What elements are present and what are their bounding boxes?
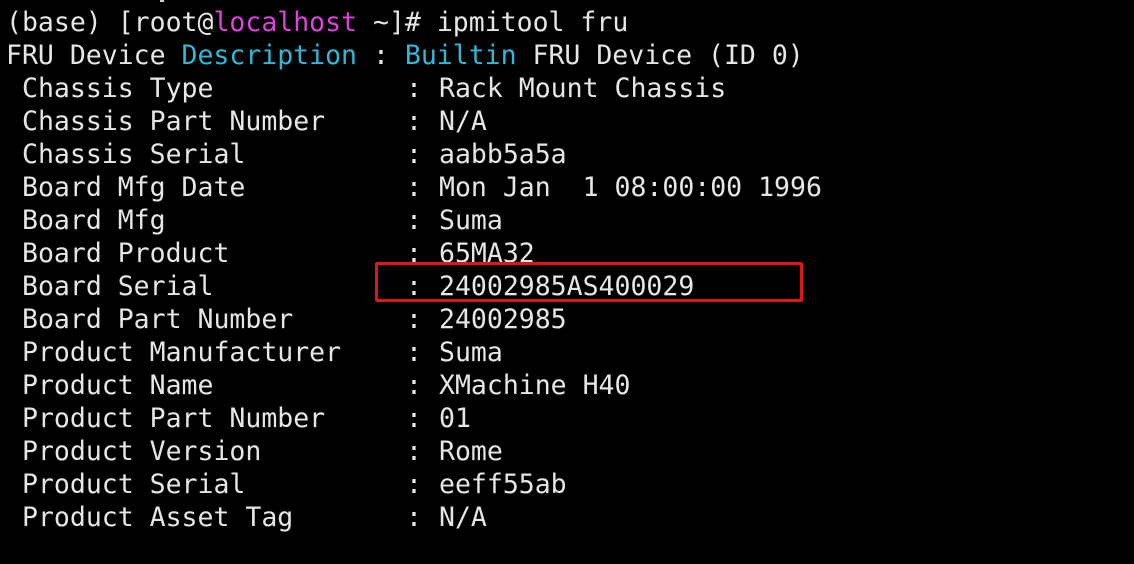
field-value: N/A bbox=[439, 106, 487, 137]
fru-field-row: Product Asset Tag : N/A bbox=[0, 501, 1134, 534]
previous-output-fragment bbox=[160, 0, 164, 2]
field-label: Product Name bbox=[22, 370, 214, 401]
prompt-host: localhost bbox=[213, 7, 358, 38]
command-prompt-line: (base) [root@localhost ~]# ipmitool fru bbox=[6, 6, 628, 39]
field-value: Mon Jan 1 08:00:00 1996 bbox=[439, 172, 822, 203]
field-separator: : bbox=[406, 139, 422, 170]
fru-field-row: Product Name : XMachine H40 bbox=[0, 369, 1134, 402]
fru-field-row: Product Version : Rome bbox=[0, 435, 1134, 468]
terminal-window[interactable]: (base) [root@localhost ~]# ipmitool fru … bbox=[0, 0, 1134, 564]
field-label: Board Part Number bbox=[22, 304, 294, 335]
fru-field-row: Chassis Serial : aabb5a5a bbox=[0, 138, 1134, 171]
field-value: 24002985 bbox=[439, 304, 567, 335]
prompt-command: ipmitool fru bbox=[436, 7, 629, 38]
field-separator: : bbox=[406, 106, 422, 137]
field-label: Board Serial bbox=[22, 271, 214, 302]
field-label: Chassis Serial bbox=[22, 139, 246, 170]
field-value: Suma bbox=[439, 205, 503, 236]
field-value: 01 bbox=[439, 403, 471, 434]
field-label: Product Version bbox=[22, 436, 262, 467]
fru-field-row: Chassis Part Number : N/A bbox=[0, 105, 1134, 138]
field-label: Board Mfg Date bbox=[22, 172, 246, 203]
field-separator: : bbox=[406, 205, 422, 236]
field-label: Product Part Number bbox=[22, 403, 326, 434]
fru-field-row: Product Part Number : 01 bbox=[0, 402, 1134, 435]
field-value: eeff55ab bbox=[439, 469, 567, 500]
field-label: Chassis Part Number bbox=[22, 106, 326, 137]
field-value: Rome bbox=[439, 436, 503, 467]
field-separator: : bbox=[406, 337, 422, 368]
field-label: Product Serial bbox=[22, 469, 246, 500]
field-separator: : bbox=[406, 436, 422, 467]
fru-field-row: Board Mfg Date : Mon Jan 1 08:00:00 1996 bbox=[0, 171, 1134, 204]
board-serial-highlight-box bbox=[375, 262, 803, 302]
field-value: XMachine H40 bbox=[439, 370, 631, 401]
prompt-env: (base) bbox=[6, 7, 118, 38]
prompt-at: @ bbox=[197, 7, 214, 38]
prompt-open-bracket: [ bbox=[117, 7, 134, 38]
field-separator: : bbox=[406, 403, 422, 434]
header-builtin-keyword: Builtin bbox=[404, 40, 517, 71]
field-label: Chassis Type bbox=[22, 73, 214, 104]
fru-field-row: Product Serial : eeff55ab bbox=[0, 468, 1134, 501]
field-label: Product Asset Tag bbox=[22, 502, 294, 533]
field-label: Product Manufacturer bbox=[22, 337, 342, 368]
field-separator: : bbox=[406, 502, 422, 533]
field-separator: : bbox=[406, 370, 422, 401]
fru-header-line: FRU Device Description : Builtin FRU Dev… bbox=[6, 39, 804, 72]
field-separator: : bbox=[406, 304, 422, 335]
field-separator: : bbox=[406, 172, 422, 203]
field-value: Suma bbox=[439, 337, 503, 368]
prompt-close: ]# bbox=[388, 7, 437, 38]
field-label: Board Mfg bbox=[22, 205, 166, 236]
header-text-3: : bbox=[357, 40, 405, 71]
field-value: N/A bbox=[439, 502, 487, 533]
field-label: Board Product bbox=[22, 238, 230, 269]
fru-field-row: Board Part Number : 24002985 bbox=[0, 303, 1134, 336]
prompt-path: ~ bbox=[357, 7, 389, 38]
header-description-keyword: Description bbox=[181, 40, 358, 71]
fru-field-row: Board Mfg : Suma bbox=[0, 204, 1134, 237]
fru-field-row: Chassis Type : Rack Mount Chassis bbox=[0, 72, 1134, 105]
field-value: Rack Mount Chassis bbox=[439, 73, 727, 104]
fru-field-row: Product Manufacturer : Suma bbox=[0, 336, 1134, 369]
field-separator: : bbox=[406, 469, 422, 500]
header-text-1: FRU Device bbox=[6, 40, 182, 71]
field-value: aabb5a5a bbox=[439, 139, 567, 170]
prompt-user: root bbox=[133, 7, 198, 38]
header-text-5: FRU Device (ID 0) bbox=[516, 40, 804, 71]
field-separator: : bbox=[406, 73, 422, 104]
